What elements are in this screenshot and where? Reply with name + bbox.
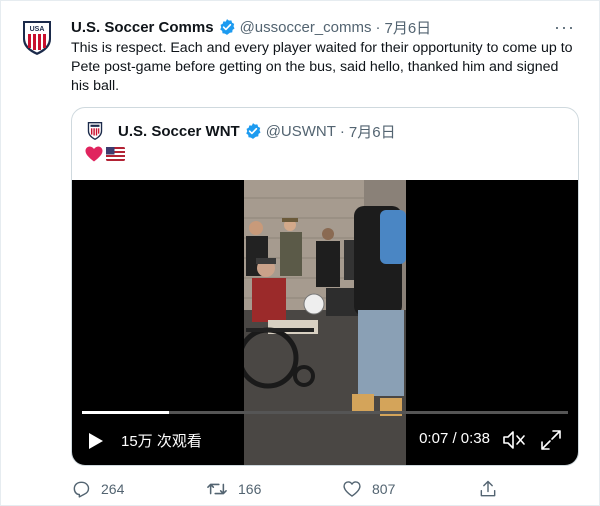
reply-count: 264 <box>101 481 125 497</box>
play-icon[interactable] <box>88 432 104 450</box>
video-frame-image <box>244 180 406 465</box>
red-heart-emoji-icon <box>85 146 103 162</box>
verified-badge-icon <box>219 19 235 35</box>
tweet-header: U.S. Soccer Comms @ussoccer_comms · 7月6日 <box>71 16 579 38</box>
quoted-author-handle[interactable]: @USWNT <box>266 123 336 140</box>
author-name[interactable]: U.S. Soccer Comms <box>71 19 214 36</box>
author-handle[interactable]: @ussoccer_comms <box>240 19 372 36</box>
quoted-tweet-text <box>85 146 125 162</box>
tweet-date[interactable]: 7月6日 <box>385 17 432 38</box>
video-progress-fill <box>82 411 170 414</box>
view-count: 15万 次观看 <box>121 433 202 450</box>
video-controls: 15万 次观看 0:07 / 0:38 <box>72 424 578 456</box>
verified-badge-icon <box>245 123 261 139</box>
video-progress-bar[interactable] <box>82 411 568 414</box>
tweet-text: This is respect. Each and every player w… <box>71 40 573 94</box>
ussoccer-crest-avatar[interactable]: USA <box>17 17 57 57</box>
quoted-author-name[interactable]: U.S. Soccer WNT <box>118 123 240 140</box>
share-icon <box>480 480 496 497</box>
video-time: 0:07 / 0:38 <box>419 430 490 447</box>
tweet-actions: 264 166 807 <box>71 477 531 501</box>
uswnt-crest-avatar <box>87 122 103 140</box>
retweet-button[interactable]: 166 <box>206 479 342 499</box>
separator-dot: · <box>339 122 345 140</box>
more-options-icon[interactable]: ··· <box>554 17 575 38</box>
retweet-count: 166 <box>238 481 262 497</box>
quoted-tweet-header: U.S. Soccer WNT @USWNT · 7月6日 <box>86 120 396 142</box>
svg-text:USA: USA <box>30 26 45 33</box>
retweet-icon <box>207 483 227 495</box>
reply-icon <box>73 481 90 498</box>
like-button[interactable]: 807 <box>342 479 478 499</box>
like-count: 807 <box>372 481 396 497</box>
mute-icon[interactable] <box>502 429 526 451</box>
quoted-tweet-date[interactable]: 7月6日 <box>349 121 396 142</box>
share-button[interactable] <box>478 479 498 499</box>
separator-dot: · <box>375 18 381 36</box>
quoted-tweet[interactable]: U.S. Soccer WNT @USWNT · 7月6日 15万 次观看 0:… <box>71 107 579 466</box>
tweet-card: USA U.S. Soccer Comms @ussoccer_comms · … <box>0 0 600 506</box>
us-flag-emoji-icon <box>106 147 125 161</box>
like-icon <box>343 481 361 497</box>
video-player[interactable]: 15万 次观看 0:07 / 0:38 <box>72 180 578 465</box>
reply-button[interactable]: 264 <box>71 479 206 499</box>
fullscreen-icon[interactable] <box>540 429 562 451</box>
